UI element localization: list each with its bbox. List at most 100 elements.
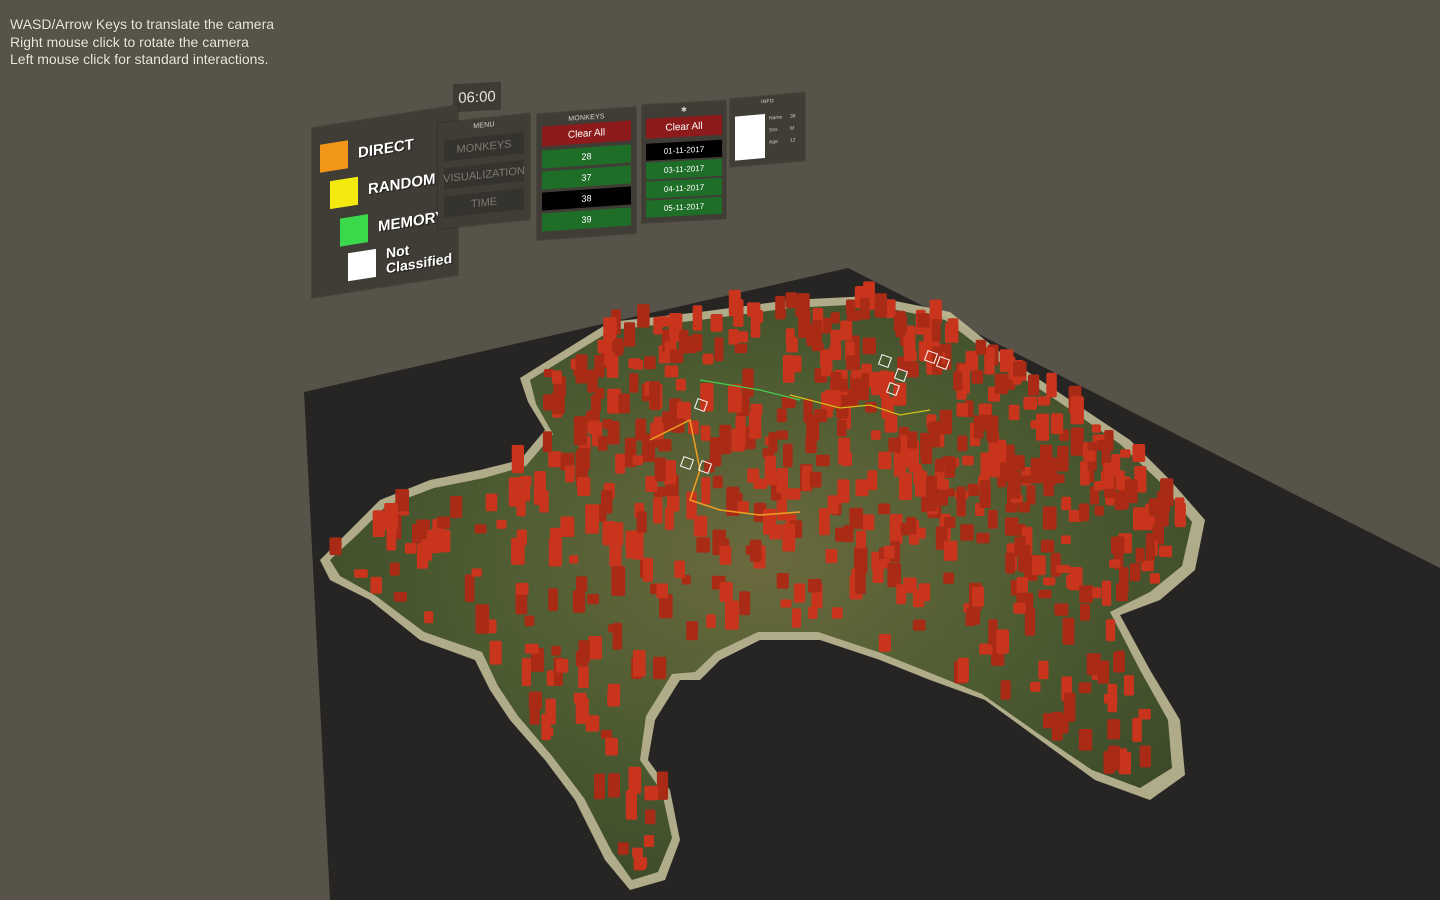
tree-marker — [612, 340, 624, 353]
tree-marker — [943, 516, 956, 529]
monkey-item-38[interactable]: 38 — [542, 186, 631, 211]
menu-item-time[interactable]: TIME — [444, 187, 524, 218]
tree-marker — [1149, 573, 1160, 584]
tree-marker — [979, 480, 991, 508]
tree-marker — [644, 785, 659, 801]
tree-marker — [960, 524, 974, 541]
tree-marker — [1050, 413, 1064, 435]
monkey-item-28[interactable]: 28 — [542, 144, 631, 169]
tree-marker — [1084, 450, 1096, 462]
tree-marker — [719, 545, 732, 565]
tree-marker — [874, 293, 887, 318]
tree-marker — [529, 707, 540, 725]
tree-marker — [957, 657, 969, 683]
tree-marker — [551, 645, 561, 656]
tree-marker — [676, 401, 691, 421]
tree-marker — [712, 475, 723, 489]
tree-marker — [917, 313, 930, 328]
date-item-01-11-2017[interactable]: 01-11-2017 — [646, 139, 722, 161]
tree-marker — [700, 425, 711, 441]
tree-marker — [617, 842, 629, 855]
tree-marker — [1046, 457, 1058, 485]
tree-marker — [658, 439, 672, 452]
tree-marker — [1124, 479, 1138, 504]
tree-marker — [1007, 476, 1021, 499]
tree-marker — [560, 516, 575, 537]
menu-item-visualization[interactable]: VISUALIZATION — [443, 159, 525, 190]
tree-marker — [1148, 498, 1160, 517]
monkey-item-39[interactable]: 39 — [542, 207, 631, 232]
tree-marker — [962, 455, 974, 466]
tree-marker — [987, 509, 998, 529]
tree-marker — [1116, 583, 1128, 602]
tree-marker — [1092, 587, 1102, 599]
tree-marker — [664, 507, 674, 530]
monkey-photo — [735, 113, 765, 161]
tree-marker — [830, 312, 840, 324]
tree-marker — [637, 857, 648, 869]
tree-marker — [878, 634, 891, 652]
tree-marker — [577, 447, 591, 470]
tree-marker — [611, 565, 626, 596]
tree-marker — [996, 629, 1010, 654]
tree-marker — [1113, 652, 1125, 673]
tree-marker — [783, 443, 793, 468]
info-title: INFO — [761, 98, 774, 106]
tree-marker — [653, 316, 663, 335]
monkey-item-37[interactable]: 37 — [542, 165, 631, 190]
tree-marker — [693, 515, 708, 537]
legend-label: Not Classified — [386, 241, 453, 277]
tree-marker — [849, 507, 864, 529]
menu-panel: MENU MONKEYS VISUALIZATION TIME — [438, 113, 530, 229]
tree-marker — [1051, 552, 1061, 577]
tree-marker — [883, 545, 895, 559]
tree-marker — [662, 416, 675, 432]
tree-marker — [811, 320, 822, 343]
tree-marker — [664, 365, 679, 378]
clear-all-dates-button[interactable]: Clear All — [646, 114, 722, 139]
tree-marker — [598, 436, 608, 451]
tree-marker — [1023, 396, 1037, 410]
tree-marker — [542, 431, 552, 453]
tree-marker — [607, 692, 620, 707]
not-classified-swatch — [348, 248, 376, 282]
tree-marker — [967, 483, 980, 496]
tree-marker — [605, 737, 618, 756]
tree-marker — [1026, 485, 1036, 505]
date-item-04-11-2017[interactable]: 04-11-2017 — [646, 177, 722, 199]
tree-marker — [898, 472, 912, 501]
tree-marker — [608, 773, 620, 798]
tree-marker — [878, 451, 892, 470]
tree-marker — [1063, 692, 1076, 722]
tree-marker — [768, 432, 778, 453]
tree-marker — [1027, 374, 1040, 396]
tree-marker — [742, 368, 754, 397]
tree-marker — [786, 488, 801, 500]
tree-marker — [815, 454, 830, 467]
date-item-05-11-2017[interactable]: 05-11-2017 — [646, 196, 722, 218]
tree-marker — [686, 621, 698, 641]
tree-marker — [825, 549, 838, 564]
tree-marker — [628, 358, 641, 369]
tree-marker — [943, 540, 958, 561]
tree-marker — [393, 591, 407, 602]
clear-all-monkeys-button[interactable]: Clear All — [542, 120, 631, 147]
tree-marker — [608, 624, 621, 633]
tree-marker — [878, 503, 891, 515]
tree-marker — [798, 309, 811, 338]
legend-panel: DIRECT RANDOM MEMORY Not Classified — [312, 104, 458, 298]
tree-marker — [1046, 372, 1057, 398]
menu-item-monkeys[interactable]: MONKEYS — [444, 131, 524, 162]
tree-marker — [1105, 619, 1116, 642]
tree-marker — [1061, 496, 1072, 511]
legend-label: MEMORY — [378, 207, 445, 236]
tree-marker — [606, 352, 619, 378]
info-panel: INFO Name 38 Sex M Age 12 — [730, 92, 805, 167]
tree-marker — [745, 545, 758, 555]
tree-marker — [548, 451, 562, 468]
tree-marker — [748, 412, 762, 439]
tree-marker — [389, 562, 400, 576]
tree-marker — [1013, 361, 1027, 377]
date-item-03-11-2017[interactable]: 03-11-2017 — [646, 158, 722, 180]
tree-marker — [437, 516, 451, 529]
